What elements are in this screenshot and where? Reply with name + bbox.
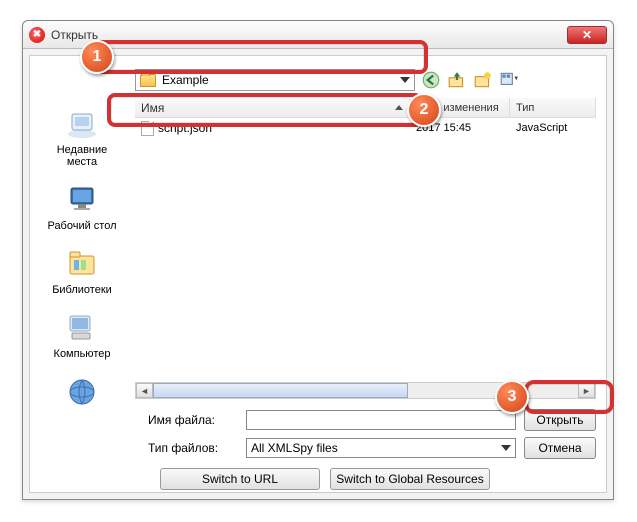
new-folder-button[interactable]: [473, 70, 493, 90]
lookin-combo[interactable]: Example: [135, 69, 415, 91]
sidebar-libraries[interactable]: Библиотеки: [37, 242, 127, 300]
back-button[interactable]: [421, 70, 441, 90]
lookin-toolbar: Example: [135, 66, 596, 94]
file-list[interactable]: Имя Дата изменения Тип script.json 2017 …: [135, 98, 596, 164]
network-icon: [62, 374, 102, 410]
open-button[interactable]: Открыть: [524, 409, 596, 431]
computer-icon: [62, 310, 102, 346]
file-icon: [141, 121, 154, 136]
filetype-value: All XMLSpy files: [251, 441, 501, 455]
filename-input[interactable]: [246, 410, 516, 430]
sidebar-libraries-label: Библиотеки: [52, 284, 112, 296]
scroll-thumb[interactable]: [153, 383, 408, 398]
view-menu-button[interactable]: [499, 70, 519, 90]
file-name: script.json: [158, 121, 212, 135]
scroll-left-button[interactable]: ◄: [136, 383, 153, 398]
file-list-header[interactable]: Имя Дата изменения Тип: [135, 98, 596, 118]
column-type[interactable]: Тип: [510, 98, 596, 117]
sidebar-computer[interactable]: Компьютер: [37, 306, 127, 364]
filename-row: Имя файла: Открыть: [148, 408, 596, 432]
file-row[interactable]: script.json 2017 15:45 JavaScript: [135, 118, 596, 138]
open-dialog: ✖ Открыть ✕ Example Недавние места Рабоч…: [22, 20, 614, 500]
filename-label: Имя файла:: [148, 413, 238, 427]
scroll-track[interactable]: [153, 383, 578, 398]
switch-to-global-button[interactable]: Switch to Global Resources: [330, 468, 490, 490]
filetype-row: Тип файлов: All XMLSpy files Отмена: [148, 436, 596, 460]
libraries-icon: [62, 246, 102, 282]
window-title: Открыть: [51, 28, 567, 42]
sidebar-network[interactable]: [37, 370, 127, 416]
file-type-cell: JavaScript: [510, 122, 596, 134]
titlebar[interactable]: ✖ Открыть ✕: [23, 21, 613, 49]
desktop-icon: [62, 182, 102, 218]
column-date[interactable]: Дата изменения: [410, 98, 510, 117]
chevron-down-icon: [501, 445, 511, 451]
cancel-button[interactable]: Отмена: [524, 437, 596, 459]
sidebar-recent[interactable]: Недавние места: [37, 102, 127, 172]
up-one-level-button[interactable]: [447, 70, 467, 90]
chevron-down-icon: [400, 77, 410, 83]
app-icon: ✖: [29, 27, 45, 43]
switch-to-url-button[interactable]: Switch to URL: [160, 468, 320, 490]
places-sidebar: Недавние места Рабочий стол Библиотеки К…: [34, 98, 130, 482]
dialog-content: Example Недавние места Рабочий стол Библ…: [29, 55, 607, 493]
recent-places-icon: [62, 106, 102, 142]
filetype-combo[interactable]: All XMLSpy files: [246, 438, 516, 458]
column-name[interactable]: Имя: [135, 98, 410, 117]
file-date-cell: 2017 15:45: [410, 122, 510, 134]
sidebar-desktop-label: Рабочий стол: [47, 220, 116, 232]
folder-icon: [140, 74, 156, 87]
filetype-label: Тип файлов:: [148, 441, 238, 455]
sidebar-desktop[interactable]: Рабочий стол: [37, 178, 127, 236]
scroll-right-button[interactable]: ►: [578, 383, 595, 398]
sort-ascending-icon: [395, 105, 403, 110]
close-button[interactable]: ✕: [567, 26, 607, 44]
sidebar-recent-label: Недавние места: [57, 144, 108, 168]
lookin-folder-name: Example: [162, 73, 400, 87]
sidebar-computer-label: Компьютер: [54, 348, 111, 360]
file-name-cell: script.json: [135, 121, 410, 136]
switch-row: Switch to URL Switch to Global Resources: [160, 468, 596, 490]
horizontal-scrollbar[interactable]: ◄ ►: [135, 382, 596, 399]
